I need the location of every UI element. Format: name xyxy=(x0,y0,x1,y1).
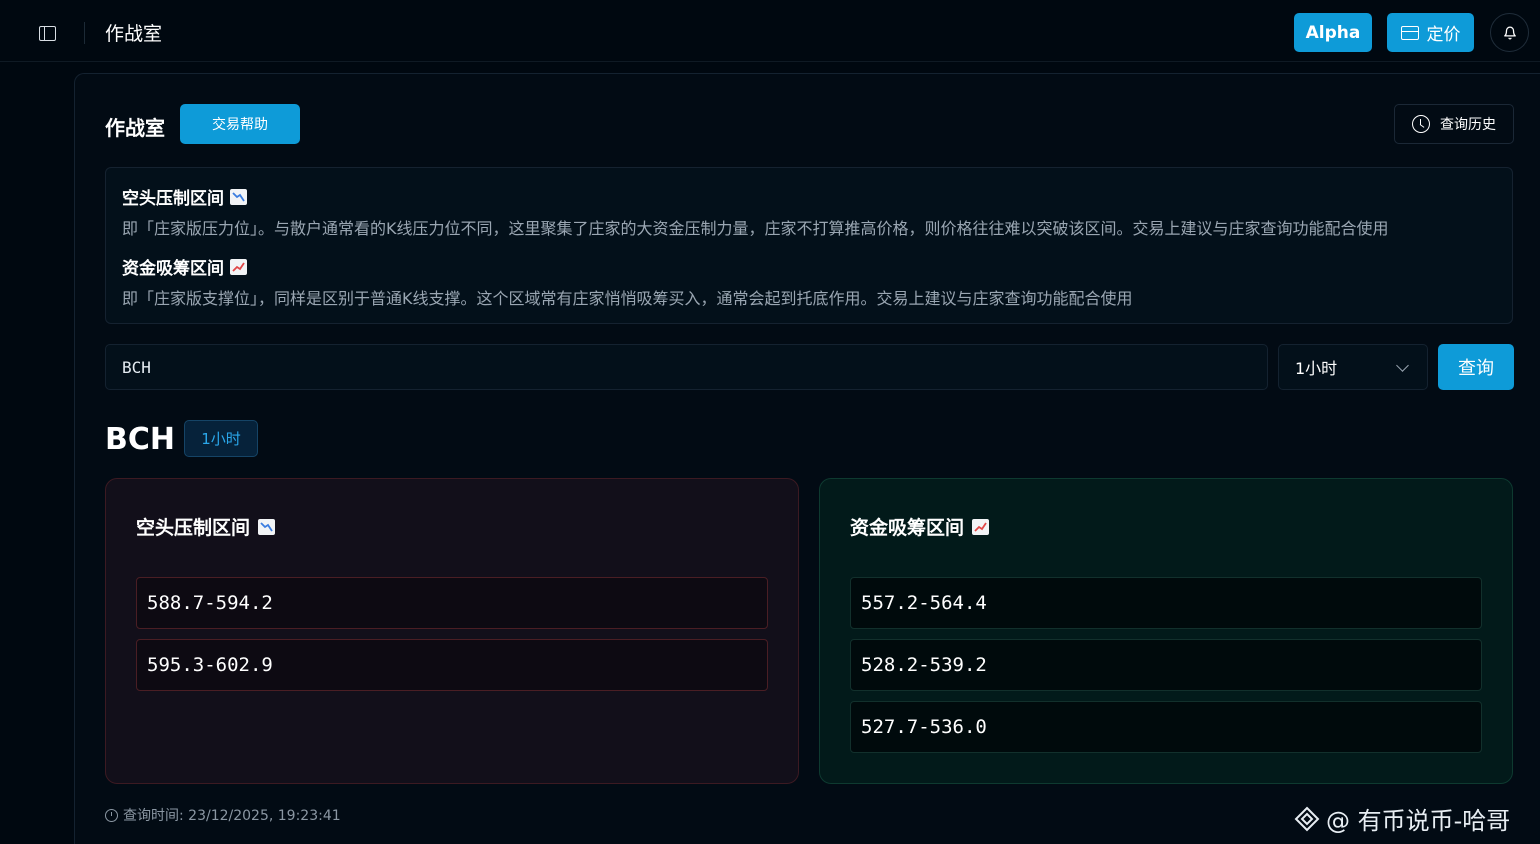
alpha-button[interactable]: Alpha xyxy=(1294,13,1372,52)
watermark-text: @ 有币说币-哈哥 xyxy=(1326,807,1511,835)
chart-decreasing-icon xyxy=(258,518,276,535)
query-time: 查询时间: 23/12/2025, 19:23:41 xyxy=(105,805,341,825)
interval-select-value: 1小时 xyxy=(1295,359,1338,378)
chevron-down-icon xyxy=(1396,359,1409,372)
info-box: 空头压制区间 即「庄家版压力位」。与散户通常看的K线压力位不同，这里聚集了庄家的… xyxy=(105,167,1513,324)
clock-icon xyxy=(1412,115,1430,133)
resistance-zone: 595.3-602.9 xyxy=(136,639,768,691)
query-time-text: 查询时间: 23/12/2025, 19:23:41 xyxy=(123,808,341,824)
support-info-title-text: 资金吸筹区间 xyxy=(122,259,224,279)
resistance-zone: 588.7-594.2 xyxy=(136,577,768,629)
support-zone: 528.2-539.2 xyxy=(850,639,1482,691)
resistance-info-desc: 即「庄家版压力位」。与散户通常看的K线压力位不同，这里聚集了庄家的大资金压制力量… xyxy=(122,219,1389,238)
topbar-divider xyxy=(84,22,85,44)
support-panel-title-text: 资金吸筹区间 xyxy=(850,517,965,539)
watermark: @ 有币说币-哈哥 xyxy=(1294,801,1510,836)
clock-icon xyxy=(105,808,118,822)
query-history-label: 查询历史 xyxy=(1440,117,1496,133)
support-info-desc: 即「庄家版支撑位」，同样是区别于普通K线支撑。这个区域常有庄家悄悄吸筹买入，通常… xyxy=(122,289,1133,308)
bell-icon xyxy=(1503,26,1516,39)
sidebar-toggle-icon[interactable] xyxy=(34,20,60,46)
support-info-title: 资金吸筹区间 xyxy=(122,254,247,279)
pricing-label: 定价 xyxy=(1426,25,1461,45)
diamond-logo-icon xyxy=(1294,806,1320,831)
symbol-search-input[interactable] xyxy=(105,344,1268,390)
resistance-info-title-text: 空头压制区间 xyxy=(122,189,224,209)
result-symbol: BCH xyxy=(105,422,175,457)
resistance-panel-title: 空头压制区间 xyxy=(136,513,276,540)
interval-badge: 1小时 xyxy=(184,420,258,457)
support-panel: 资金吸筹区间 557.2-564.4 528.2-539.2 527.7-536… xyxy=(819,478,1513,784)
app-title: 作战室 xyxy=(105,23,163,45)
credit-card-icon xyxy=(1400,25,1419,40)
chart-decreasing-icon xyxy=(230,188,247,205)
resistance-panel: 空头压制区间 588.7-594.2 595.3-602.9 xyxy=(105,478,799,784)
support-zone: 527.7-536.0 xyxy=(850,701,1482,753)
pricing-button[interactable]: 定价 xyxy=(1387,13,1474,52)
trade-help-button[interactable]: 交易帮助 xyxy=(180,104,300,144)
notification-button[interactable] xyxy=(1490,13,1529,52)
query-history-button[interactable]: 查询历史 xyxy=(1394,104,1514,144)
support-panel-title: 资金吸筹区间 xyxy=(850,513,990,540)
query-button[interactable]: 查询 xyxy=(1438,344,1514,390)
resistance-panel-title-text: 空头压制区间 xyxy=(136,517,251,539)
chart-increasing-icon xyxy=(972,518,990,535)
top-bar: 作战室 Alpha 定价 xyxy=(0,0,1540,62)
page-title: 作战室 xyxy=(105,116,165,140)
support-zone: 557.2-564.4 xyxy=(850,577,1482,629)
resistance-info-title: 空头压制区间 xyxy=(122,184,247,209)
war-room-panel: 作战室 交易帮助 查询历史 空头压制区间 即「庄家版压力位」。与散户通常看的K线… xyxy=(74,73,1540,844)
interval-select[interactable]: 1小时 xyxy=(1278,344,1428,390)
chart-increasing-icon xyxy=(230,258,247,275)
